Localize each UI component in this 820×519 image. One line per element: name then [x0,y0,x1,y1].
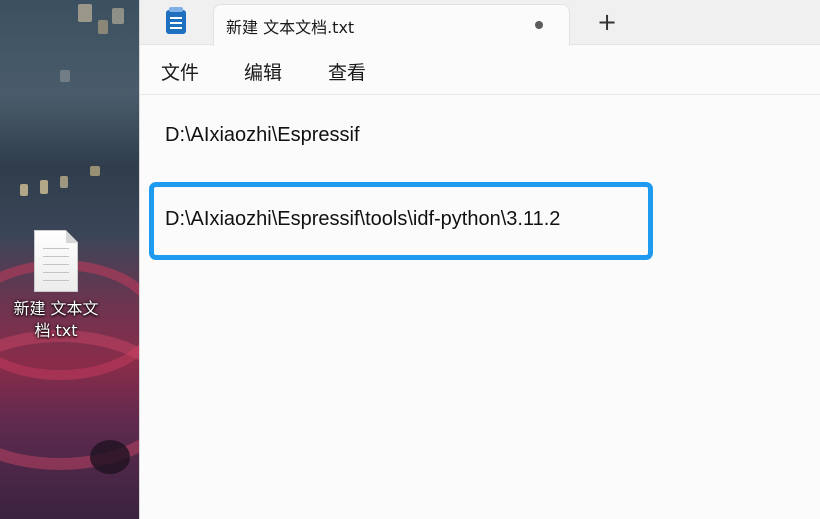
wallpaper-detail [98,20,108,34]
text-file-icon [34,230,78,292]
menu-bar: 文件 编辑 查看 [140,46,820,95]
wallpaper-detail [90,440,130,474]
tab-title: 新建 文本文档.txt [226,18,355,37]
tab-document[interactable]: 新建 文本文档.txt [213,4,570,46]
wallpaper-detail [60,70,70,82]
notepad-window: 新建 文本文档.txt + 文件 编辑 查看 D:\AIxiaozhi\Espr… [139,0,820,519]
new-tab-button[interactable]: + [592,7,622,37]
wallpaper-detail [40,180,48,194]
desktop-file-label: 新建 文本文档.txt [13,299,99,340]
wallpaper-detail [20,184,28,196]
wallpaper-detail [60,176,68,188]
tab-bar: 新建 文本文档.txt + [140,0,820,46]
wallpaper-detail [90,166,100,176]
menu-view[interactable]: 查看 [328,58,366,85]
unsaved-indicator-icon[interactable] [535,21,543,29]
wallpaper-detail [112,8,124,24]
desktop-file-icon[interactable]: 新建 文本文档.txt [4,226,108,342]
wallpaper-detail [78,4,92,22]
text-line: D:\AIxiaozhi\Espressif\tools\idf-python\… [165,208,561,230]
notepad-app-icon [166,7,186,34]
menu-edit[interactable]: 编辑 [244,58,282,85]
text-editor[interactable]: D:\AIxiaozhi\Espressif D:\AIxiaozhi\Espr… [140,96,820,519]
text-line: D:\AIxiaozhi\Espressif [165,124,360,146]
desktop-background: 新建 文本文档.txt [0,0,139,519]
menu-file[interactable]: 文件 [161,58,199,85]
